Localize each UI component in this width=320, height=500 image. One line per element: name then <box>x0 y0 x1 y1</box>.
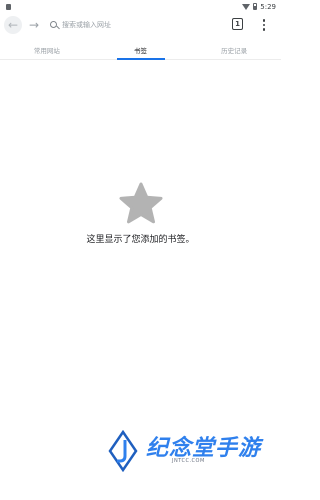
star-icon <box>119 182 162 224</box>
watermark-subtitle: JNTCC.COM <box>172 458 205 464</box>
status-time: 5:29 <box>260 2 276 11</box>
arrow-right-icon: → <box>28 18 40 32</box>
status-right: 5:29 <box>242 3 276 11</box>
tab-history[interactable]: 历史记录 <box>187 40 281 59</box>
more-vert-icon <box>262 19 266 22</box>
wifi-icon <box>242 3 251 10</box>
bookmarks-empty-state: 这里显示了您添加的书签。 <box>0 180 281 245</box>
forward-button[interactable]: → <box>25 16 43 34</box>
more-menu-button[interactable] <box>258 17 270 33</box>
battery-icon <box>253 3 258 10</box>
address-search-input[interactable] <box>62 18 222 32</box>
tab-bookmarks[interactable]: 书签 <box>94 40 188 59</box>
tab-switcher-button[interactable]: 1 <box>232 18 243 30</box>
search-icon <box>48 16 60 34</box>
arrow-left-icon: ← <box>7 18 19 32</box>
notification-icon <box>6 3 11 10</box>
tab-bar: 常用网站 书签 历史记录 <box>0 40 281 60</box>
back-button[interactable]: ← <box>4 16 22 34</box>
status-bar: 5:29 <box>0 0 281 13</box>
browser-toolbar: ← → 1 <box>0 13 281 37</box>
empty-state-message: 这里显示了您添加的书签。 <box>86 235 195 245</box>
tab-frequent-sites[interactable]: 常用网站 <box>0 40 94 59</box>
site-watermark: 纪念堂手游 JNTCC.COM <box>108 428 278 498</box>
watermark-logo-icon <box>108 430 138 472</box>
